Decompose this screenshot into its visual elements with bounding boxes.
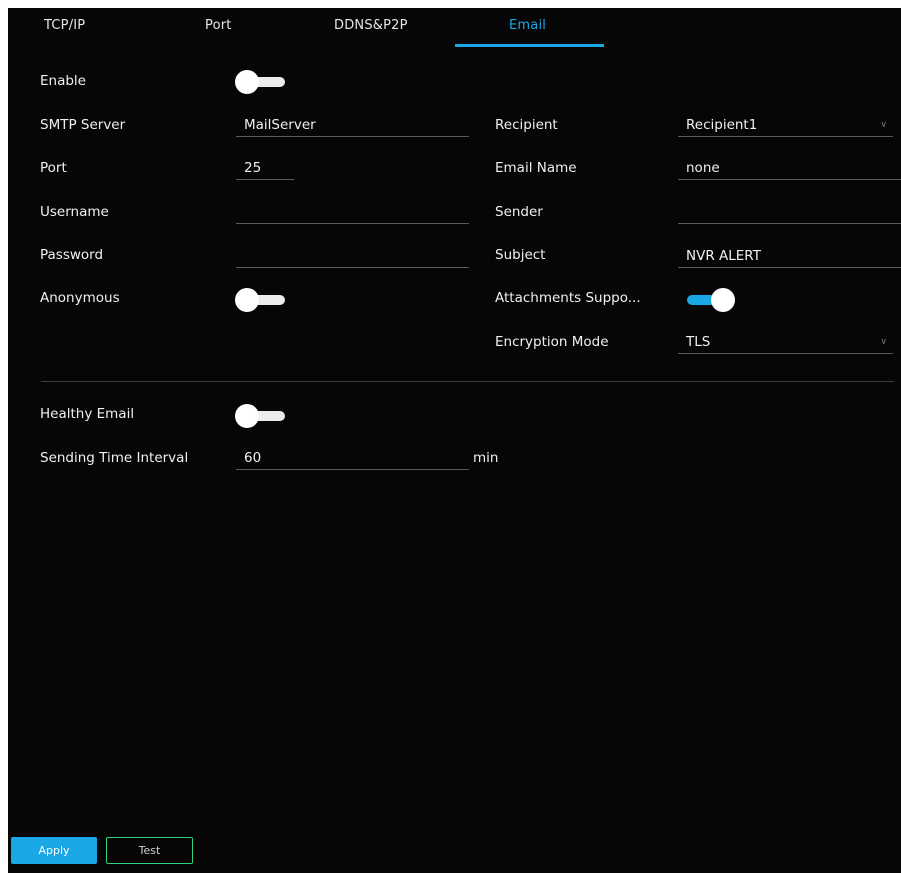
- port-value: 25: [244, 160, 262, 176]
- healthy-email-label: Healthy Email: [40, 406, 135, 422]
- email-settings-panel: TCP/IP Port DDNS&P2P Email Enable SMTP S…: [8, 8, 901, 873]
- attachments-toggle[interactable]: [681, 288, 737, 312]
- email-name-value: none: [686, 160, 720, 176]
- tab-port[interactable]: Port: [205, 18, 232, 33]
- password-label: Password: [40, 247, 104, 263]
- toggle-knob: [711, 288, 735, 312]
- toggle-knob: [235, 288, 259, 312]
- username-input[interactable]: [236, 201, 469, 224]
- smtp-server-input[interactable]: MailServer: [236, 114, 469, 137]
- interval-unit: min: [473, 450, 499, 466]
- smtp-server-value: MailServer: [244, 117, 316, 133]
- apply-button[interactable]: Apply: [11, 837, 97, 864]
- port-label: Port: [40, 160, 67, 176]
- attachments-label: Attachments Suppo...: [495, 290, 641, 306]
- healthy-email-toggle[interactable]: [235, 404, 291, 428]
- email-name-input[interactable]: none: [678, 157, 901, 180]
- tab-tcpip[interactable]: TCP/IP: [44, 18, 85, 33]
- test-button[interactable]: Test: [106, 837, 193, 864]
- subject-input[interactable]: NVR ALERT: [678, 245, 901, 268]
- encryption-mode-value: TLS: [686, 334, 711, 350]
- tab-ddns-p2p[interactable]: DDNS&P2P: [334, 18, 408, 33]
- subject-value: NVR ALERT: [686, 248, 761, 264]
- encryption-mode-select[interactable]: TLS ∨: [678, 331, 893, 354]
- anonymous-label: Anonymous: [40, 290, 120, 306]
- toggle-knob: [235, 70, 259, 94]
- tab-email[interactable]: Email: [509, 18, 546, 33]
- sending-interval-label: Sending Time Interval: [40, 450, 189, 466]
- password-input[interactable]: [236, 245, 469, 268]
- chevron-down-icon: ∨: [880, 120, 887, 130]
- sender-input[interactable]: [678, 201, 901, 224]
- recipient-select[interactable]: Recipient1 ∨: [678, 114, 893, 137]
- subject-label: Subject: [495, 247, 546, 263]
- enable-label: Enable: [40, 73, 86, 89]
- port-input[interactable]: 25: [236, 157, 294, 180]
- smtp-server-label: SMTP Server: [40, 117, 126, 133]
- sending-interval-value: 60: [244, 450, 262, 466]
- email-name-label: Email Name: [495, 160, 577, 176]
- chevron-down-icon: ∨: [880, 337, 887, 347]
- active-tab-indicator: [455, 44, 604, 47]
- username-label: Username: [40, 204, 109, 220]
- encryption-mode-label: Encryption Mode: [495, 334, 609, 350]
- recipient-value: Recipient1: [686, 117, 758, 133]
- recipient-label: Recipient: [495, 117, 558, 133]
- enable-toggle[interactable]: [235, 70, 291, 94]
- section-divider: [41, 381, 894, 382]
- sender-label: Sender: [495, 204, 543, 220]
- toggle-knob: [235, 404, 259, 428]
- anonymous-toggle[interactable]: [235, 288, 291, 312]
- sending-interval-input[interactable]: 60: [236, 447, 469, 470]
